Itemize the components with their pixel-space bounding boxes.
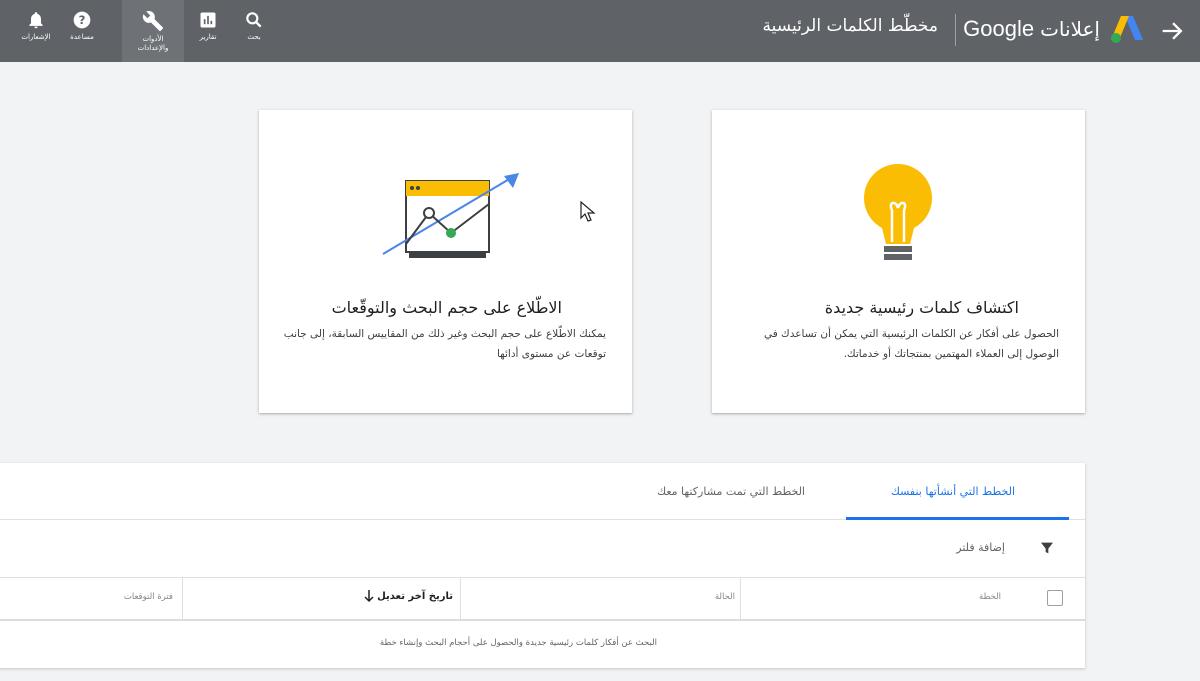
select-all-checkbox[interactable] xyxy=(1047,590,1063,606)
reports-icon xyxy=(200,12,216,28)
discover-keywords-card[interactable]: اكتشاف كلمات رئيسية جديدة الحصول على أفك… xyxy=(712,110,1085,413)
filter-bar: إضافة فلتر xyxy=(0,520,1085,578)
add-filter-button[interactable]: إضافة فلتر xyxy=(956,541,1005,554)
help-icon: ? xyxy=(73,11,91,29)
search-icon xyxy=(246,12,262,28)
reports-label: تقارير xyxy=(199,33,217,41)
notifications-label: الإشعارات xyxy=(21,33,51,41)
plans-tabs: الخطط التي أنشأتها بنفسك الخطط التي تمت … xyxy=(0,463,1085,520)
forecast-card-description: يمكنك الاطّلاع على حجم البحث وغير ذلك من… xyxy=(283,328,606,360)
column-status[interactable]: الحالة xyxy=(715,592,735,602)
search-label: بحث xyxy=(247,33,261,41)
plans-panel: الخطط التي أنشأتها بنفسك الخطط التي تمت … xyxy=(0,463,1085,668)
tab-shared-plans[interactable]: الخطط التي تمت مشاركتها معك xyxy=(657,485,805,498)
discover-card-description: الحصول على أفكار عن الكلمات الرئيسية الت… xyxy=(763,328,1059,360)
forecast-card-title: الاطّلاع على حجم البحث والتوقّعات xyxy=(331,298,562,317)
column-forecast-period[interactable]: فترة التوقعات xyxy=(124,592,173,602)
wrench-icon xyxy=(142,11,164,32)
column-last-modified[interactable]: تاريخ آخر تعديل xyxy=(377,591,453,602)
brand-ads-text: إعلانات xyxy=(1040,17,1100,41)
discover-card-title: اكتشاف كلمات رئيسية جديدة xyxy=(824,298,1019,317)
tools-label: الأدوات والإعدادات xyxy=(137,35,169,52)
google-ads-logo-icon xyxy=(1111,16,1143,43)
column-divider xyxy=(182,577,183,619)
search-button[interactable]: بحث xyxy=(236,0,272,62)
bell-icon xyxy=(29,12,43,29)
table-header: الخطة الحالة تاريخ آخر تعديل فترة التوقع… xyxy=(0,577,1085,621)
page-title: مخطّط الكلمات الرئيسية xyxy=(762,16,938,36)
notifications-button[interactable]: الإشعارات xyxy=(16,0,56,62)
empty-state-message: البحث عن أفكار كلمات رئيسية جديدة والحصو… xyxy=(379,638,657,648)
search-volume-forecast-card[interactable]: الاطّلاع على حجم البحث والتوقّعات يمكنك … xyxy=(259,110,632,413)
help-label: مساعدة xyxy=(70,33,94,41)
brand: إعلانات Google xyxy=(963,14,1100,44)
tools-settings-button[interactable]: الأدوات والإعدادات xyxy=(122,0,184,62)
filter-icon[interactable] xyxy=(1039,540,1055,556)
header-divider xyxy=(955,14,956,46)
column-divider xyxy=(740,577,741,619)
svg-text:?: ? xyxy=(79,13,86,27)
brand-google-text: Google xyxy=(963,16,1035,41)
top-app-bar: إعلانات Google مخطّط الكلمات الرئيسية بح… xyxy=(0,0,1200,62)
arrow-forward-icon[interactable] xyxy=(1158,17,1186,45)
arrow-down-icon[interactable] xyxy=(363,589,375,603)
column-divider xyxy=(460,577,461,619)
help-button[interactable]: ? مساعدة xyxy=(62,0,102,62)
tab-my-plans[interactable]: الخطط التي أنشأتها بنفسك xyxy=(891,485,1015,498)
mouse-cursor-icon xyxy=(580,200,596,222)
column-plan[interactable]: الخطة xyxy=(979,592,1001,602)
reports-button[interactable]: تقارير xyxy=(190,0,226,62)
